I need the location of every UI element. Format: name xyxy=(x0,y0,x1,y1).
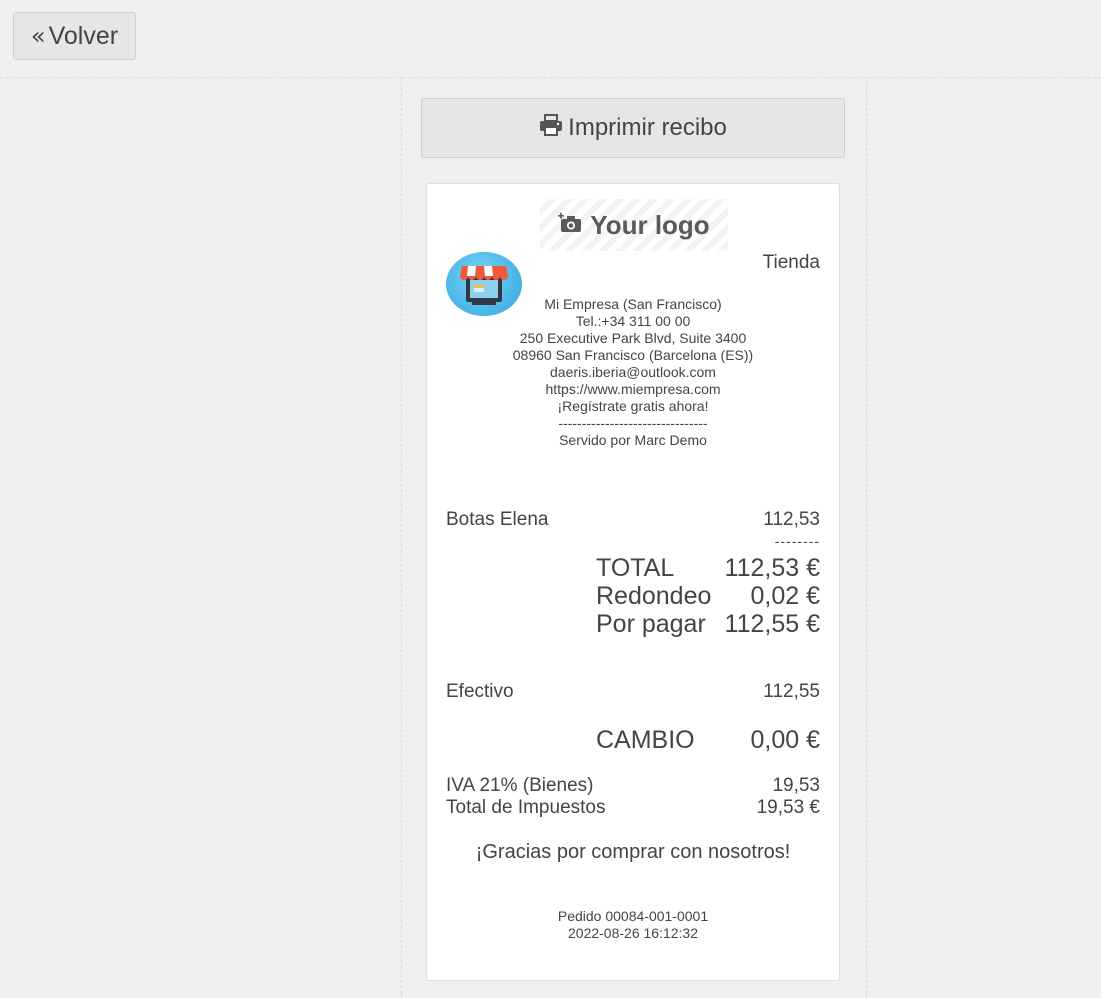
logo-placeholder-text: Your logo xyxy=(590,209,710,240)
tax-row: IVA 21% (Bienes) 19,53 xyxy=(446,775,820,797)
print-receipt-label: Imprimir recibo xyxy=(568,114,727,141)
company-info: Mi Empresa (San Francisco) Tel.:+34 311 … xyxy=(427,296,839,449)
thank-you-message: ¡Gracias por comprar con nosotros! xyxy=(475,841,791,863)
company-name: Mi Empresa (San Francisco) xyxy=(544,296,722,312)
total-tax-row: Total de Impuestos 19,53 € xyxy=(446,797,820,819)
back-button-label: Volver xyxy=(48,21,119,50)
to-pay-label: Por pagar xyxy=(596,610,706,638)
double-chevron-left-icon: « xyxy=(30,22,46,50)
total-row: TOTAL 112,53 € xyxy=(596,554,820,582)
back-button[interactable]: « Volver xyxy=(13,12,136,60)
print-receipt-button[interactable]: Imprimir recibo xyxy=(421,98,845,158)
printer-icon xyxy=(539,113,568,143)
camera-plus-icon xyxy=(558,210,590,241)
tax-value: 19,53 xyxy=(772,775,820,796)
payment-row: Efectivo 112,55 xyxy=(446,681,820,703)
change-value: 0,00 € xyxy=(750,726,820,754)
payment-method: Efectivo xyxy=(446,681,514,702)
order-reference: Pedido 00084-001-0001 xyxy=(557,908,709,924)
order-line-amount: 112,53 xyxy=(763,509,820,530)
payment-amount: 112,55 xyxy=(763,681,820,702)
rounding-row: Redondeo 0,02 € xyxy=(596,582,820,610)
served-by: Servido por Marc Demo xyxy=(559,432,707,448)
receipt: Your logo Tienda Mi Empresa (San Francis… xyxy=(426,183,840,981)
order-line: Botas Elena 112,53 xyxy=(446,509,820,531)
to-pay-value: 112,55 € xyxy=(724,610,820,638)
company-address-line1: 250 Executive Park Blvd, Suite 3400 xyxy=(519,330,747,346)
logo-placeholder[interactable]: Your logo xyxy=(540,199,728,251)
company-email: daeris.iberia@outlook.com xyxy=(550,364,716,380)
totals-block: TOTAL 112,53 € Redondeo 0,02 € Por pagar… xyxy=(596,554,820,638)
total-value: 112,53 € xyxy=(724,554,820,582)
rounding-label: Redondeo xyxy=(596,582,712,610)
to-pay-row: Por pagar 112,55 € xyxy=(596,610,820,638)
company-address-line2: 08960 San Francisco (Barcelona (ES)) xyxy=(512,347,754,363)
top-bar: « Volver xyxy=(0,0,1101,78)
change-label: CAMBIO xyxy=(596,726,695,754)
store-name: Tienda xyxy=(762,252,820,273)
order-line-product: Botas Elena xyxy=(446,509,549,530)
total-label: TOTAL xyxy=(596,554,675,582)
header-separator: -------------------------------- xyxy=(558,415,708,431)
company-promo: ¡Regístrate gratis ahora! xyxy=(557,398,709,414)
change-row: CAMBIO 0,00 € xyxy=(596,726,820,754)
change-block: CAMBIO 0,00 € xyxy=(596,726,820,754)
company-website: https://www.miempresa.com xyxy=(545,381,721,397)
total-tax-value: 19,53 € xyxy=(756,797,820,818)
rounding-value: 0,02 € xyxy=(750,582,820,610)
order-datetime: 2022-08-26 16:12:32 xyxy=(568,925,698,941)
total-tax-label: Total de Impuestos xyxy=(446,797,606,818)
receipt-footer: Pedido 00084-001-0001 2022-08-26 16:12:3… xyxy=(427,908,839,942)
company-phone: Tel.:+34 311 00 00 xyxy=(575,313,691,329)
tax-label: IVA 21% (Bienes) xyxy=(446,775,594,796)
line-separator: -------- xyxy=(774,533,820,549)
